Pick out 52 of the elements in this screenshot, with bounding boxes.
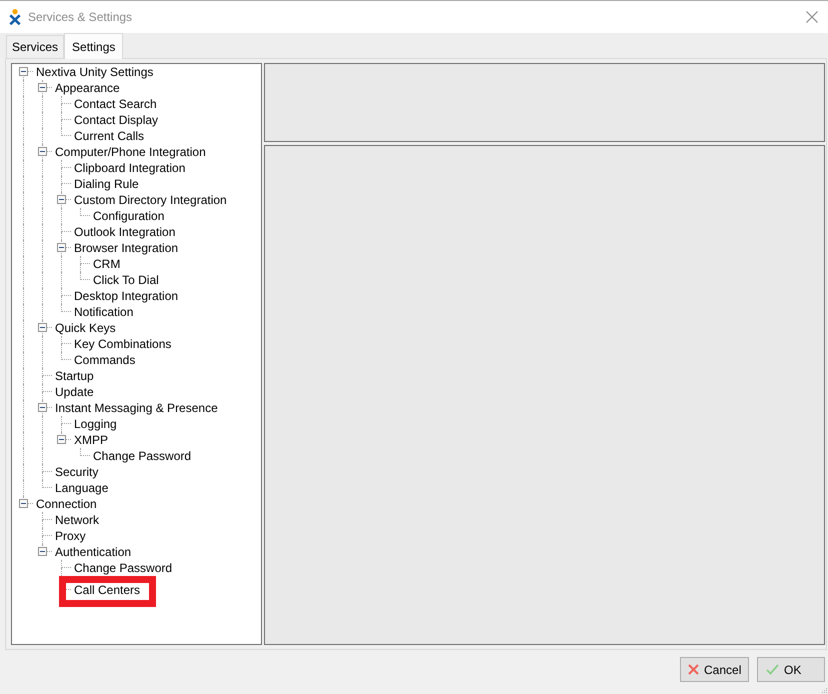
window-title: Services & Settings <box>28 9 132 26</box>
tree-item[interactable]: Desktop Integration <box>73 288 180 304</box>
ok-button[interactable]: OK <box>757 657 825 682</box>
tree-item[interactable]: Change Password <box>73 560 174 576</box>
collapse-icon[interactable] <box>57 195 66 204</box>
tree-item[interactable]: Connection <box>35 496 98 512</box>
tree-item[interactable]: Custom Directory Integration <box>73 192 228 208</box>
collapse-icon[interactable] <box>38 147 47 156</box>
logo-icon <box>9 9 21 25</box>
tree-item[interactable]: Network <box>54 512 100 528</box>
close-icon[interactable] <box>806 11 818 23</box>
tree-item[interactable]: Language <box>54 480 110 496</box>
tree-item[interactable]: Nextiva Unity Settings <box>35 64 154 80</box>
tree-item[interactable]: Key Combinations <box>73 336 172 352</box>
tree-item[interactable]: Current Calls <box>73 128 146 144</box>
tree-item[interactable]: Contact Search <box>73 96 158 112</box>
close-icon <box>688 664 699 675</box>
tree-item[interactable]: Call Centers <box>73 582 142 598</box>
tree-item[interactable]: Outlook Integration <box>73 224 176 240</box>
tree-item[interactable]: Dialing Rule <box>73 176 140 192</box>
collapse-icon[interactable] <box>19 67 28 76</box>
tree-item[interactable]: Instant Messaging & Presence <box>54 400 219 416</box>
tree-item[interactable]: Update <box>54 384 95 400</box>
collapse-icon[interactable] <box>57 435 66 444</box>
tab[interactable]: Services <box>6 35 64 58</box>
collapse-icon[interactable] <box>57 243 66 252</box>
tree-item[interactable]: CRM <box>92 256 122 272</box>
tree-item[interactable]: Change Password <box>92 448 192 464</box>
tree-item[interactable]: XMPP <box>73 432 110 448</box>
collapse-icon[interactable] <box>19 499 28 508</box>
tree-item[interactable]: Security <box>54 464 100 480</box>
tree-item[interactable]: Startup <box>54 368 95 384</box>
tree-item[interactable]: Computer/Phone Integration <box>54 144 207 160</box>
tree-item[interactable]: Browser Integration <box>73 240 180 256</box>
tree-item[interactable]: Quick Keys <box>54 320 117 336</box>
tree-item[interactable]: Appearance <box>54 80 121 96</box>
tree-item[interactable]: Authentication <box>54 544 132 560</box>
tree-item[interactable]: Logging <box>73 416 118 432</box>
tree-item[interactable]: Proxy <box>54 528 87 544</box>
tree-item[interactable]: Contact Display <box>73 112 160 128</box>
tree-item[interactable]: Click To Dial <box>92 272 160 288</box>
tab[interactable]: Settings <box>64 33 124 59</box>
collapse-icon[interactable] <box>38 83 47 92</box>
cancel-button[interactable]: Cancel <box>680 657 749 682</box>
collapse-icon[interactable] <box>38 403 47 412</box>
tree-item[interactable]: Commands <box>73 352 136 368</box>
collapse-icon[interactable] <box>38 323 47 332</box>
tree-item[interactable]: Clipboard Integration <box>73 160 186 176</box>
tree-item[interactable]: Notification <box>73 304 134 320</box>
tree-item[interactable]: Configuration <box>92 208 166 224</box>
collapse-icon[interactable] <box>38 547 47 556</box>
check-icon <box>766 664 779 675</box>
